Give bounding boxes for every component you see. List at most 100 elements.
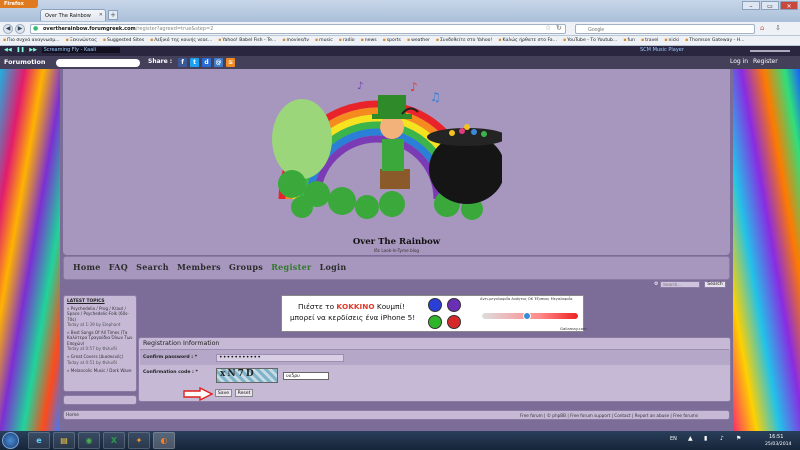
list-item[interactable]: » Psychedelia / Prog / Kraut / Space / P…: [67, 306, 133, 327]
reload-icon[interactable]: ↻: [556, 24, 562, 32]
topic-date: Today at 0:51 by Φιλινδί: [67, 359, 117, 365]
bookmark-item[interactable]: nicki: [664, 38, 680, 43]
bookmark-item[interactable]: Suggested Sites: [103, 38, 144, 43]
topic-date: Today at 0:57 by Φιλινδί: [67, 346, 117, 352]
list-item[interactable]: » Best Songs Of All Times (Τα Καλύτερα Τ…: [67, 330, 133, 351]
ad-red-button[interactable]: [447, 315, 461, 329]
menu-home[interactable]: Home: [73, 262, 101, 272]
facebook-icon[interactable]: f: [178, 58, 187, 67]
topic-link[interactable]: » Great Covers (Διασκευές): [67, 354, 123, 359]
firefox-taskbar-icon[interactable]: ◐: [153, 432, 175, 449]
search-gear-icon[interactable]: ⚙: [654, 281, 658, 287]
home-icon[interactable]: ⌂: [760, 24, 764, 32]
menu-faq[interactable]: FAQ: [109, 262, 128, 272]
site-search-button[interactable]: Search: [704, 281, 726, 288]
menu-groups[interactable]: Groups: [229, 262, 263, 272]
network-icon[interactable]: ▮: [704, 435, 707, 442]
tab-close-icon[interactable]: ✕: [99, 12, 103, 18]
topic-link[interactable]: » Melancolic Music / Dark Wave: [67, 368, 132, 373]
forumotion-search-input[interactable]: [56, 59, 140, 67]
browser-tab-active[interactable]: Over The Rainbow ✕: [40, 9, 106, 21]
fm-register-link[interactable]: Register: [753, 58, 778, 65]
bookmark-item[interactable]: news: [361, 38, 377, 43]
clock-time[interactable]: 16:51: [769, 434, 783, 440]
bookmark-item[interactable]: Thomson Gateway - H...: [685, 38, 744, 43]
back-icon[interactable]: ◀: [3, 24, 13, 34]
bookmark-item[interactable]: music: [315, 38, 333, 43]
bookmark-item[interactable]: Ξεκινώντας: [66, 38, 97, 43]
excel-icon[interactable]: X: [103, 432, 125, 449]
bookmark-item[interactable]: movies/tv: [282, 38, 309, 43]
topic-link[interactable]: » Psychedelia / Prog / Kraut / Space / P…: [67, 306, 129, 322]
start-button[interactable]: [2, 432, 19, 449]
ad-green-button[interactable]: [428, 315, 442, 329]
bookmark-item[interactable]: travel: [641, 38, 658, 43]
email-icon[interactable]: @: [214, 58, 223, 67]
tray-expand-icon[interactable]: ▲: [688, 435, 693, 442]
leprechaun-rainbow-banner: ♪ ♫ ♪: [272, 80, 502, 220]
delicious-icon[interactable]: d: [202, 58, 211, 67]
list-item[interactable]: » Great Covers (Διασκευές) Today at 0:51 …: [67, 354, 133, 365]
reset-button[interactable]: Reset: [235, 389, 253, 397]
footer-links[interactable]: Free forum | © phpBB | Free forum suppor…: [520, 413, 698, 418]
new-tab-button[interactable]: +: [108, 10, 118, 20]
clock-date[interactable]: 25/03/2014: [765, 442, 791, 447]
tab-title: Over The Rainbow: [45, 13, 91, 19]
rss-icon[interactable]: ≋: [226, 58, 235, 67]
music-player-bar: ◀◀ ❚❚ ▶▶ Screaming Fly - Kaali SCM Music…: [0, 46, 800, 56]
menu-login[interactable]: Login: [320, 262, 347, 272]
site-search-input[interactable]: [660, 281, 700, 288]
forward-icon[interactable]: ▶: [15, 24, 25, 34]
bookmark-item[interactable]: sports: [383, 38, 401, 43]
pause-icon[interactable]: ❚❚: [16, 47, 24, 53]
bookmark-item[interactable]: Συνδεθείτε στο Yahoo!: [436, 38, 492, 43]
chrome-icon[interactable]: ◉: [78, 432, 100, 449]
maximize-button[interactable]: ▭: [761, 1, 779, 10]
app-icon[interactable]: ✦: [128, 432, 150, 449]
url-bar[interactable]: overtherainbow.forumgreek.com/register?a…: [30, 24, 566, 34]
browser-search-input[interactable]: [575, 24, 755, 34]
save-button[interactable]: Save: [215, 389, 232, 397]
ad-purple-button[interactable]: [447, 298, 461, 312]
language-indicator[interactable]: EN: [670, 436, 677, 442]
bookmark-item[interactable]: Yahoo! Babel Fish - Te...: [218, 38, 276, 43]
forumotion-logo[interactable]: Forumotion: [4, 58, 45, 66]
bookmark-item[interactable]: fun: [623, 38, 634, 43]
minimize-button[interactable]: –: [742, 1, 760, 10]
flag-icon[interactable]: ⚑: [736, 435, 741, 442]
bookmark-star-icon[interactable]: ☆: [545, 24, 551, 32]
site-subtitle: Ιδε Look-In-Tyme blog: [373, 248, 420, 253]
forum-menu: Home FAQ Search Members Groups Register …: [73, 262, 352, 272]
bookmark-item[interactable]: radio: [339, 38, 355, 43]
menu-search[interactable]: Search: [136, 262, 169, 272]
bookmark-item[interactable]: Καλώς ήρθατε στο Fa...: [498, 38, 557, 43]
confirmation-code-label: Confirmation code : *: [143, 370, 198, 375]
ad-blue-button[interactable]: [428, 298, 442, 312]
bookmark-item[interactable]: weather: [407, 38, 430, 43]
fm-login-link[interactable]: Log in: [730, 58, 748, 65]
confirmation-code-field[interactable]: υυ5ρυ: [283, 372, 329, 380]
list-item[interactable]: » Melancolic Music / Dark Wave: [67, 368, 133, 373]
site-identity-icon[interactable]: ●: [33, 25, 38, 32]
twitter-icon[interactable]: t: [190, 58, 199, 67]
internet-explorer-icon[interactable]: e: [28, 432, 50, 449]
next-icon[interactable]: ▶▶: [29, 47, 37, 53]
window-close-button[interactable]: ✕: [780, 1, 798, 10]
registration-title: Registration Information: [143, 340, 220, 347]
volume-icon[interactable]: ♪: [720, 435, 724, 442]
footer-home-link[interactable]: Home: [66, 413, 79, 418]
menu-register[interactable]: Register: [271, 262, 311, 272]
menu-members[interactable]: Members: [177, 262, 221, 272]
topic-link[interactable]: » Best Songs Of All Times (Τα Καλύτερα Τ…: [67, 330, 132, 346]
bookmark-item[interactable]: YouTube - Το Youtub...: [563, 38, 617, 43]
downloads-icon[interactable]: ⇩: [775, 24, 781, 32]
prev-icon[interactable]: ◀◀: [4, 47, 12, 53]
red-arrow-icon: [183, 387, 214, 401]
volume-slider[interactable]: [750, 50, 790, 52]
bookmark-item[interactable]: Λεξικό της κοινής νεοε...: [150, 38, 212, 43]
file-explorer-icon[interactable]: ▤: [53, 432, 75, 449]
ad-meter-knob: [523, 312, 531, 320]
bookmark-item[interactable]: Πιο συχνά αναγνωσμ...: [3, 38, 60, 43]
confirm-password-field[interactable]: •••••••••••: [216, 354, 344, 362]
firefox-menu-button[interactable]: Firefox: [0, 0, 38, 8]
